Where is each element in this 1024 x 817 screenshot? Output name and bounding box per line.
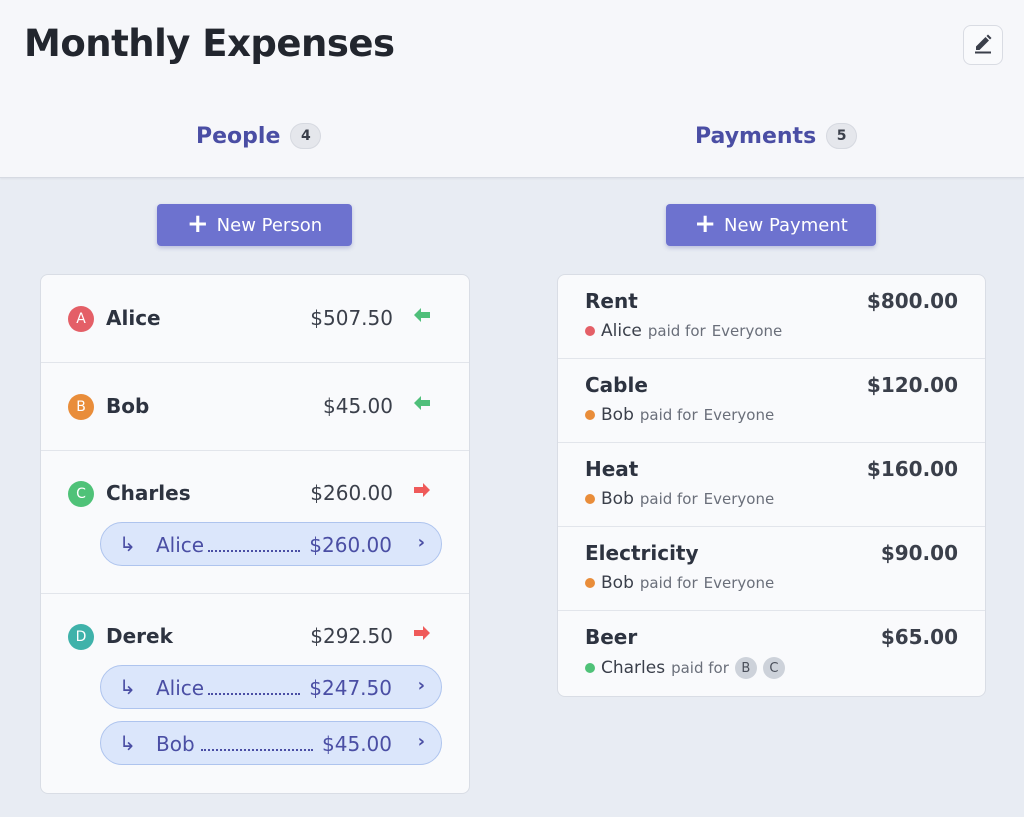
beneficiaries-text: Everyone [703,574,775,592]
tab-payments[interactable]: Payments 5 [695,120,858,152]
payments-list: Rent $800.00 Alice paid for Everyone Cab… [557,274,986,697]
return-arrow-icon: ↳ [119,731,136,755]
chevron-right-icon: › [417,675,425,696]
dotted-leader [208,693,300,695]
edit-button[interactable] [963,25,1003,65]
payment-details: Bob paid for Everyone [585,573,774,593]
return-arrow-icon: ↳ [119,675,136,699]
payer-color-dot [585,326,595,336]
payment-amount: $90.00 [880,541,958,565]
payment-details: Alice paid for Everyone [585,321,782,341]
payment-row-beer[interactable]: Beer $65.00 Charles paid for B C [558,611,985,695]
debt-item[interactable]: ↳ Alice $247.50 › [100,665,442,709]
debt-recipient: Bob [156,732,195,756]
chevron-right-icon: › [417,731,425,752]
person-balance: $507.50 [310,306,393,330]
person-row-bob[interactable]: B Bob $45.00 [41,363,469,451]
pencil-icon [972,32,994,58]
person-balance: $45.00 [323,394,393,418]
people-list: A Alice $507.50 B Bob $45.00 C Charles $… [40,274,470,794]
payer-color-dot [585,494,595,504]
new-payment-label: New Payment [724,214,848,236]
app-header: Monthly Expenses People 4 Payments 5 [0,0,1024,178]
tab-people-label: People [196,123,281,149]
payment-title: Electricity [585,541,699,565]
payment-details: Bob paid for Everyone [585,405,774,425]
payment-row-heat[interactable]: Heat $160.00 Bob paid for Everyone [558,443,985,527]
payment-details: Charles paid for B C [585,657,785,679]
person-row-alice[interactable]: A Alice $507.50 [41,275,469,363]
payment-title: Rent [585,289,638,313]
payer-name: Bob [601,573,634,593]
beneficiaries-text: Everyone [703,490,775,508]
paid-for-label: paid for [639,574,698,592]
chevron-right-icon: › [417,532,425,553]
payment-details: Bob paid for Everyone [585,489,774,509]
debt-recipient: Alice [156,533,205,557]
debt-amount: $45.00 [322,732,392,756]
beneficiary-chip: B [734,657,757,679]
arrow-right-icon [413,625,431,646]
tab-people[interactable]: People 4 [196,120,322,152]
new-person-label: New Person [216,214,323,236]
return-arrow-icon: ↳ [119,532,136,556]
person-name: Charles [106,481,191,505]
arrow-left-icon [413,395,431,416]
payer-color-dot [585,410,595,420]
new-payment-button[interactable]: + New Payment [666,204,876,246]
payment-amount: $120.00 [866,373,958,397]
payer-name: Charles [601,658,666,678]
arrow-right-icon [413,482,431,503]
payer-name: Bob [601,405,634,425]
avatar: A [68,306,94,332]
person-name: Bob [106,394,150,418]
payment-amount: $800.00 [866,289,958,313]
payment-title: Beer [585,625,638,649]
person-row-charles[interactable]: C Charles $260.00 ↳ Alice $260.00 › [41,451,469,594]
beneficiaries-text: Everyone [711,322,783,340]
page-title: Monthly Expenses [24,22,395,65]
payment-amount: $160.00 [866,457,958,481]
payment-row-cable[interactable]: Cable $120.00 Bob paid for Everyone [558,359,985,443]
avatar: B [68,394,94,420]
payer-name: Alice [601,321,642,341]
payer-name: Bob [601,489,634,509]
person-name: Derek [106,624,173,648]
beneficiaries-text: Everyone [703,406,775,424]
debt-item[interactable]: ↳ Alice $260.00 › [100,522,442,566]
payments-count-badge: 5 [826,123,858,149]
paid-for-label: paid for [647,322,706,340]
payment-title: Cable [585,373,648,397]
beneficiary-chip: C [762,657,785,679]
debt-amount: $260.00 [309,533,392,557]
dotted-leader [208,550,300,552]
payment-row-electricity[interactable]: Electricity $90.00 Bob paid for Everyone [558,527,985,611]
paid-for-label: paid for [639,490,698,508]
people-count-badge: 4 [290,123,322,149]
avatar: D [68,624,94,650]
paid-for-label: paid for [671,659,729,677]
person-balance: $292.50 [310,624,393,648]
payment-title: Heat [585,457,639,481]
debt-item[interactable]: ↳ Bob $45.00 › [100,721,442,765]
payer-color-dot [585,663,595,673]
plus-icon: + [186,208,209,239]
person-row-derek[interactable]: D Derek $292.50 ↳ Alice $247.50 › ↳ Bob … [41,594,469,793]
debt-amount: $247.50 [309,676,392,700]
plus-icon: + [694,208,716,239]
payment-row-rent[interactable]: Rent $800.00 Alice paid for Everyone [558,275,985,359]
tab-payments-label: Payments [695,123,817,149]
arrow-left-icon [413,307,431,328]
person-balance: $260.00 [310,481,393,505]
payer-color-dot [585,578,595,588]
debt-recipient: Alice [156,676,205,700]
person-name: Alice [106,306,161,330]
new-person-button[interactable]: + New Person [157,204,352,246]
payment-amount: $65.00 [880,625,958,649]
avatar: C [68,481,94,507]
paid-for-label: paid for [639,406,698,424]
dotted-leader [201,749,313,751]
